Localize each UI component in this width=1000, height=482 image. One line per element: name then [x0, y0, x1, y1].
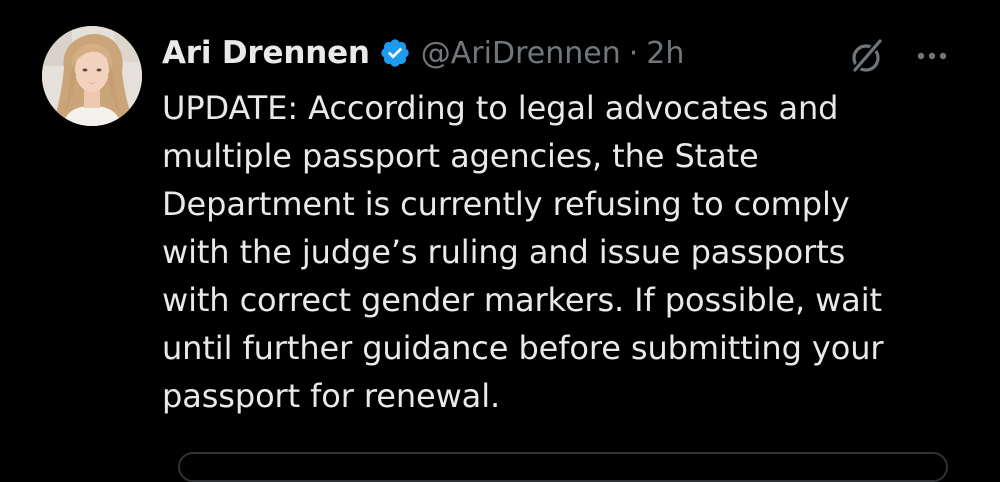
tweet-timestamp[interactable]: 2h — [646, 36, 684, 71]
tweet-text-line: Department is currently refusing to comp… — [162, 185, 850, 223]
tweet-text-line: until further guidance before submitting… — [162, 329, 884, 367]
tweet-text-line: multiple passport agencies, the State — [162, 137, 759, 175]
avatar-image — [42, 26, 142, 126]
avatar[interactable] — [42, 26, 142, 126]
meta-separator: · — [628, 35, 639, 71]
tweet-text-line: UPDATE: According to legal advocates and — [162, 89, 839, 127]
author-display-name[interactable]: Ari Drennen — [162, 35, 370, 71]
embedded-card-edge[interactable] — [178, 452, 948, 482]
grok-icon[interactable] — [846, 36, 886, 76]
tweet-header: Ari Drennen @AriDrennen · 2h — [162, 28, 684, 78]
author-handle[interactable]: @AriDrennen — [421, 36, 621, 71]
tweet-text-line: with correct gender markers. If possible… — [162, 281, 882, 319]
tweet[interactable]: Ari Drennen @AriDrennen · 2h UPDATE: Acc… — [0, 0, 1000, 482]
tweet-text: UPDATE: According to legal advocates and… — [162, 84, 962, 420]
tweet-text-line: with the judge’s ruling and issue passpo… — [162, 233, 846, 271]
verified-badge-icon — [379, 37, 411, 69]
tweet-text-line: passport for renewal. — [162, 377, 501, 415]
more-options-icon[interactable] — [912, 36, 952, 76]
